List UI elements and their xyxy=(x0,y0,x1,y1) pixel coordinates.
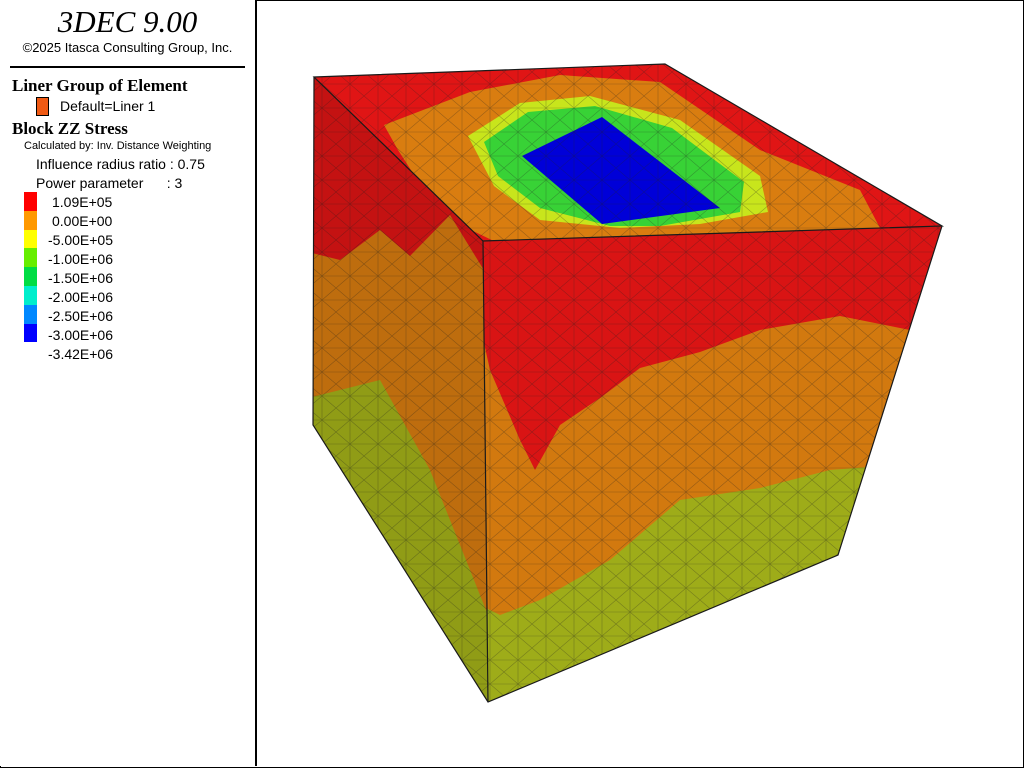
right-face xyxy=(483,226,942,702)
scale-label: -2.50E+06 xyxy=(48,308,113,324)
block-model xyxy=(312,63,945,703)
scale-swatch xyxy=(24,229,37,249)
calculation-method: Calculated by: Inv. Distance Weighting xyxy=(24,140,212,152)
scale-swatch xyxy=(24,210,37,230)
scale-swatch xyxy=(24,286,37,305)
contour-heading: Block ZZ Stress xyxy=(12,119,128,138)
scale-label: -3.00E+06 xyxy=(48,327,113,343)
scale-label: -1.00E+06 xyxy=(48,251,113,267)
scale-swatch xyxy=(24,304,37,324)
scale-swatch xyxy=(24,267,37,286)
scale-swatch xyxy=(24,323,37,343)
scale-label: 1.09E+05 xyxy=(52,194,113,210)
scale-label: 0.00E+00 xyxy=(52,213,113,229)
scale-label: -2.00E+06 xyxy=(48,289,113,305)
scale-swatch xyxy=(24,192,37,211)
liner-label: Default=Liner 1 xyxy=(60,98,156,114)
scale-swatch xyxy=(24,248,37,268)
scale-label: -3.42E+06 xyxy=(48,346,113,362)
legend-divider xyxy=(10,66,245,68)
liner-color-swatch xyxy=(36,97,49,116)
scale-label: -1.50E+06 xyxy=(48,270,113,286)
power-parameter-text: Power parameter : 3 xyxy=(36,175,183,191)
copyright-text: ©2025 Itasca Consulting Group, Inc. xyxy=(22,40,233,55)
scale-label: -5.00E+05 xyxy=(48,232,113,248)
legend-panel: 3DEC 9.00 ©2025 Itasca Consulting Group,… xyxy=(0,0,257,766)
liner-group-heading: Liner Group of Element xyxy=(12,76,188,95)
app-title: 3DEC 9.00 xyxy=(57,4,198,39)
influence-radius-text: Influence radius ratio : 0.75 xyxy=(36,156,205,172)
model-viewport[interactable] xyxy=(257,1,1022,766)
